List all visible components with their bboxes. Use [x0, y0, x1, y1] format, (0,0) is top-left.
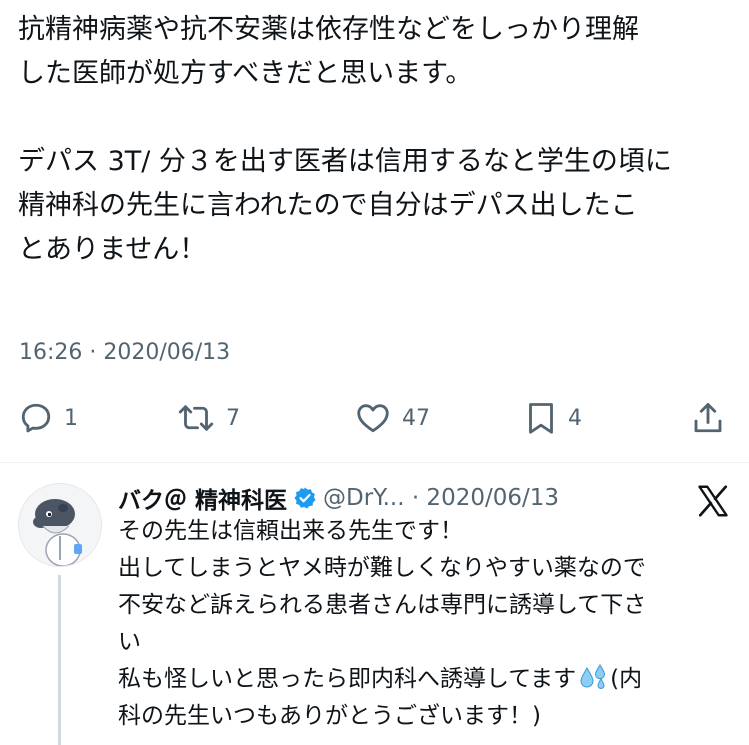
reply-text: その先生は信頼出来る先生です！ 出してしまうとヤメ時が難しくなりやすい薬なので … [118, 513, 738, 735]
author-name[interactable]: バク＠ 精神科医 [118, 481, 287, 515]
reply-line: その先生は信頼出来る先生です！ [118, 518, 463, 544]
reply-icon [21, 403, 51, 433]
tweet-detail-page: 抗精神病薬や抗不安薬は依存性などをしっかり理解 した医師が処方すべきだと思います… [0, 0, 749, 745]
tweet-line: 抗精神病薬や抗不安薬は依存性などをしっかり理解 [18, 14, 639, 45]
tapir-avatar-icon [19, 484, 101, 566]
reply-line: 私も怪しいと思ったら即内科へ誘導してます [118, 666, 577, 692]
thread-line [58, 575, 61, 745]
tweet-line: した医師が処方すべきだと思います。 [18, 58, 473, 89]
tweet-line: とありません！ [18, 234, 207, 265]
tweet-line: 精神科の先生に言われたので自分はデパス出したこ [18, 190, 638, 221]
retweet-count: 7 [226, 405, 240, 431]
bookmark-button[interactable]: 4 [524, 396, 582, 440]
tweet-timestamp[interactable]: 16:26 · 2020/06/13 [19, 336, 230, 370]
bookmark-icon [529, 403, 553, 434]
sweat-droplets-icon [580, 664, 606, 689]
reply-line: 不安など訴えられる患者さんは専門に誘導して下さ [118, 592, 647, 618]
reply-header: バク＠ 精神科医 @DrY... · 2020/06/13 [118, 481, 559, 515]
reply-line: (内 [610, 666, 643, 692]
reply-button[interactable]: 1 [18, 396, 78, 440]
verified-badge-icon [294, 487, 316, 509]
retweet-button[interactable]: 7 [176, 396, 240, 440]
tweet-text: 抗精神病薬や抗不安薬は依存性などをしっかり理解 した医師が処方すべきだと思います… [18, 8, 743, 272]
tweet-paragraph-gap [18, 96, 743, 140]
share-icon [694, 403, 722, 433]
avatar[interactable] [18, 483, 102, 567]
bookmark-count: 4 [568, 405, 582, 431]
author-handle-date[interactable]: @DrY... · 2020/06/13 [323, 485, 559, 511]
share-button[interactable] [690, 396, 726, 440]
reply-line-with-emoji: 私も怪しいと思ったら即内科へ誘導してます (内 [118, 661, 738, 698]
reply-tweet[interactable]: バク＠ 精神科医 @DrY... · 2020/06/13 その先生は信頼出来る… [0, 463, 749, 745]
tweet-line: デパス 3T/ 分３を出す医者は信用するなと学生の頃に [18, 146, 672, 177]
reply-line: 出してしまうとヤメ時が難しくなりやすい薬なので [118, 555, 646, 581]
action-bar: 1 7 47 4 [0, 396, 749, 440]
like-button[interactable]: 47 [354, 396, 430, 440]
like-icon [357, 404, 389, 433]
reply-count: 1 [64, 405, 78, 431]
reply-line: 科の先生いつもありがとうございます！) [118, 703, 541, 729]
like-count: 47 [402, 405, 430, 431]
reply-line: い [118, 629, 141, 655]
retweet-icon [178, 405, 214, 431]
